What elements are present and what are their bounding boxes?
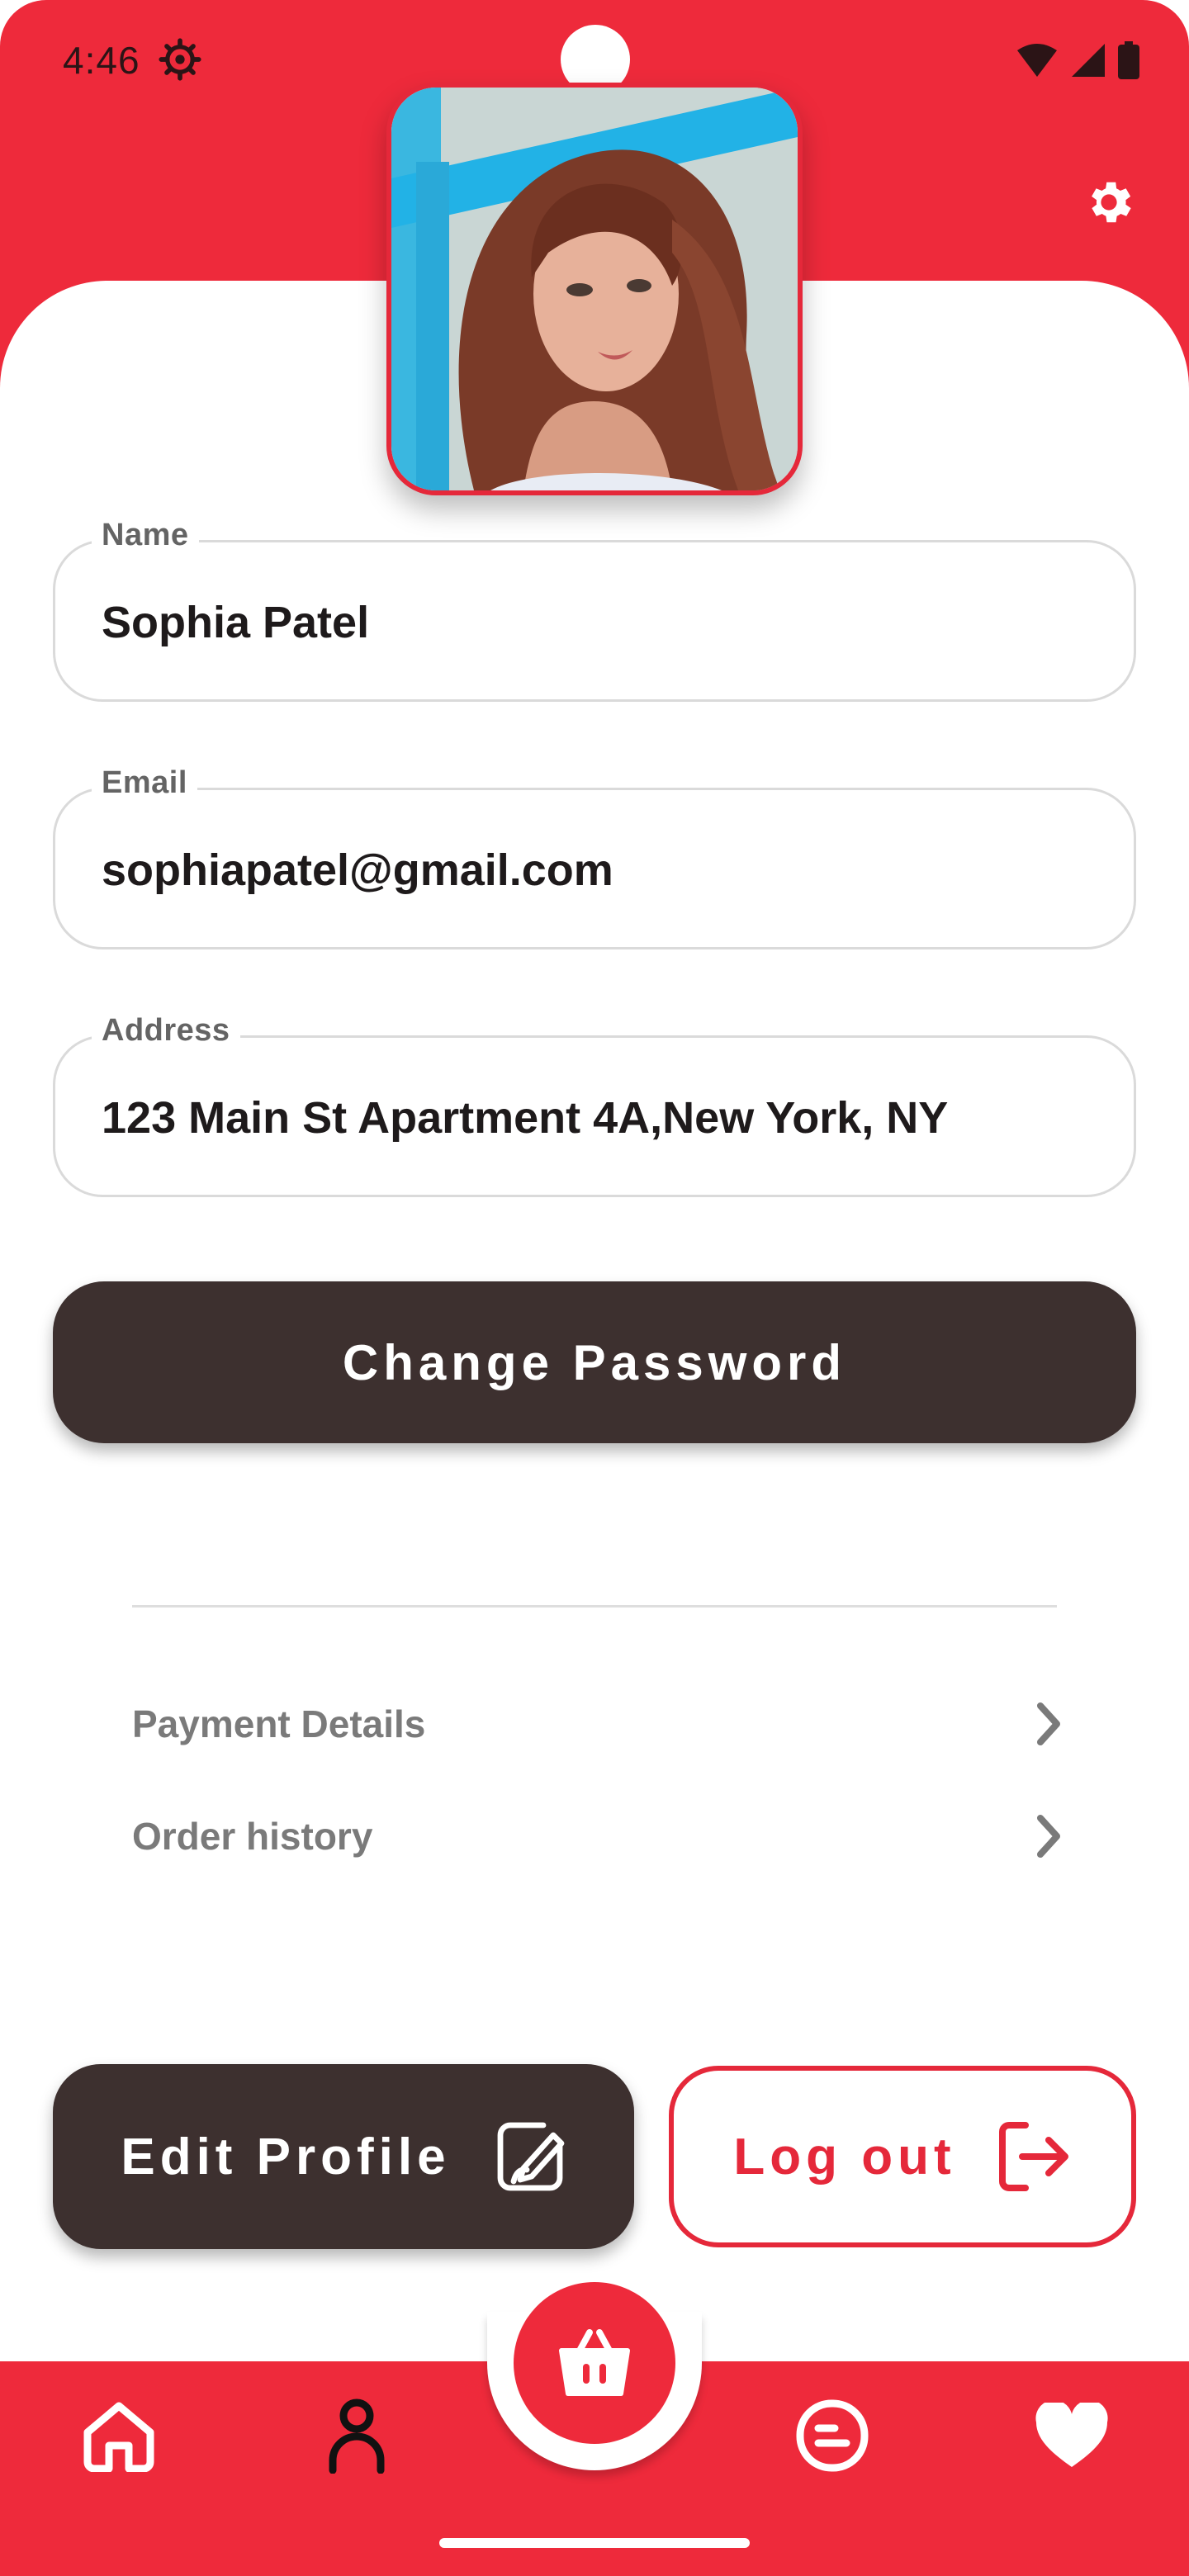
edit-profile-label: Edit Profile [121,2128,451,2185]
nav-profile[interactable] [315,2394,398,2477]
battery-icon [1118,41,1139,79]
chevron-right-icon [1037,1815,1060,1858]
change-password-button[interactable]: Change Password [53,1281,1136,1443]
wifi-icon [1017,44,1057,77]
logout-icon [998,2122,1068,2191]
gesture-home-bar[interactable] [439,2538,750,2548]
blog-icon [796,2399,869,2472]
edit-profile-button[interactable]: Edit Profile [53,2064,634,2249]
settings-status-icon [159,38,201,81]
nav-favorites[interactable] [1030,2394,1113,2477]
section-divider [132,1605,1057,1608]
email-field[interactable]: Email sophiapatel@gmail.com [53,765,1136,949]
chevron-right-icon [1037,1702,1060,1745]
edit-note-icon [497,2122,565,2191]
menu-item-label: Order history [132,1815,373,1858]
profile-avatar[interactable] [386,83,803,495]
status-icons [1016,41,1139,79]
address-field[interactable]: Address 123 Main St Apartment 4A,New Yor… [53,1013,1136,1197]
menu-item-payment-details[interactable]: Payment Details [132,1691,1065,1757]
name-field[interactable]: Name Sophia Patel [53,518,1136,702]
status-time: 4:46 [63,39,140,82]
address-field-value: 123 Main St Apartment 4A,New York, NY [102,1093,949,1143]
cellular-signal-icon [1072,44,1105,77]
profile-icon [329,2398,385,2474]
address-field-label: Address [92,1013,240,1049]
email-field-value: sophiapatel@gmail.com [102,845,613,895]
name-field-label: Name [92,518,199,553]
email-field-label: Email [92,765,197,801]
avatar-photo [391,88,798,490]
logout-button[interactable]: Log out [669,2066,1136,2247]
nav-blog[interactable] [791,2394,874,2477]
settings-gear-icon[interactable] [1082,175,1136,230]
logout-label: Log out [733,2128,956,2185]
menu-item-label: Payment Details [132,1702,426,1745]
home-icon [83,2402,154,2472]
nav-home[interactable] [78,2394,160,2477]
cart-icon [559,2329,630,2396]
cart-button[interactable] [514,2282,675,2444]
menu-item-order-history[interactable]: Order history [132,1803,1065,1869]
name-field-value: Sophia Patel [102,598,370,647]
heart-icon [1035,2403,1108,2467]
